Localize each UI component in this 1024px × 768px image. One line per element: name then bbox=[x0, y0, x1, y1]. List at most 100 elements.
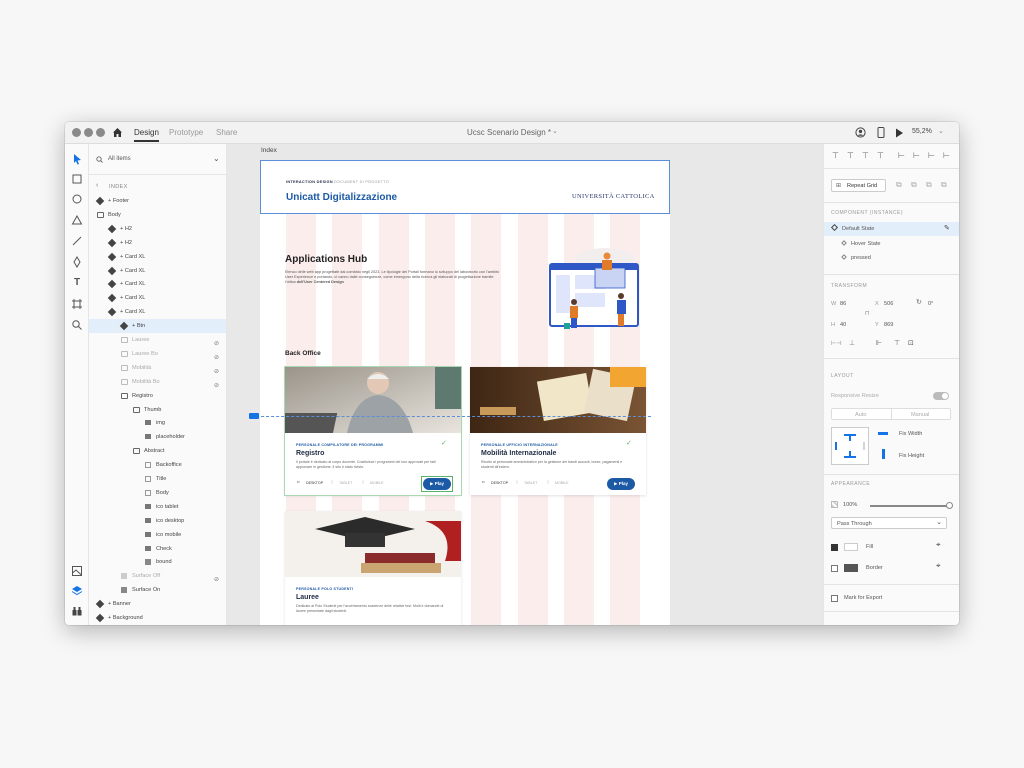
close-window-button[interactable] bbox=[72, 128, 81, 137]
distribute-h-icon[interactable]: ⊩ bbox=[876, 339, 882, 347]
layer-row[interactable]: + Card XL bbox=[89, 305, 226, 319]
layer-row[interactable]: ico tablet bbox=[89, 500, 226, 514]
eyedropper-icon[interactable]: ⌖ bbox=[936, 561, 941, 571]
layer-row[interactable]: bound bbox=[89, 555, 226, 569]
design-canvas[interactable]: Index INTERACTION DESIGN DOCUMENT DI PRO… bbox=[227, 144, 823, 625]
export-checkbox[interactable] bbox=[831, 595, 838, 602]
layer-row[interactable]: img bbox=[89, 416, 226, 430]
layer-row[interactable]: + Card XL bbox=[89, 250, 226, 264]
boolean-intersect-icon[interactable]: ⧉ bbox=[926, 180, 932, 190]
line-tool-icon[interactable] bbox=[71, 235, 83, 247]
rotation-field[interactable]: 0° bbox=[928, 301, 933, 307]
layer-row[interactable]: placeholder bbox=[89, 430, 226, 444]
opacity-value[interactable]: 100% bbox=[843, 502, 857, 508]
layer-row[interactable]: + Footer bbox=[89, 194, 226, 208]
play-button[interactable]: ▶ Play bbox=[423, 478, 451, 490]
border-swatch[interactable] bbox=[844, 564, 858, 572]
fill-swatch[interactable] bbox=[844, 543, 858, 551]
border-checkbox[interactable] bbox=[831, 565, 838, 572]
filter-chevron-icon[interactable]: ⌄ bbox=[213, 154, 220, 163]
distribute-v-icon[interactable]: ⊤ bbox=[894, 339, 900, 347]
flip-horizontal-icon[interactable]: ⊢⊣ bbox=[831, 340, 841, 347]
opacity-slider[interactable] bbox=[870, 502, 953, 509]
lock-aspect-icon[interactable]: ⊓ bbox=[865, 310, 870, 317]
layer-row[interactable]: + Card XL bbox=[89, 277, 226, 291]
fit-icon[interactable]: ⊡ bbox=[908, 339, 914, 347]
edit-pencil-icon[interactable]: ✎ bbox=[944, 224, 950, 232]
align-top-icon[interactable]: ⊤ bbox=[832, 151, 839, 160]
layer-row[interactable]: Surface Off ⊘ bbox=[89, 569, 226, 583]
resize-manual[interactable]: Manual bbox=[911, 412, 929, 418]
text-tool-icon[interactable]: T bbox=[71, 277, 83, 289]
zoom-chevron-icon[interactable]: ⌄ bbox=[938, 127, 944, 135]
y-field[interactable]: 869 bbox=[884, 322, 893, 328]
repeat-grid-button[interactable]: ⊞ Repeat Grid bbox=[831, 179, 886, 192]
resize-auto[interactable]: Auto bbox=[855, 412, 867, 418]
align-left-icon[interactable]: ⊢ bbox=[898, 151, 905, 160]
state-row-default[interactable]: Default State ✎ bbox=[824, 222, 959, 236]
card-mobilita[interactable]: PERSONALE UFFICIO INTERNAZIONALE ✓ Mobil… bbox=[470, 367, 646, 495]
layer-row[interactable]: Body bbox=[89, 208, 226, 222]
card-lauree[interactable]: PERSONALE POLO STUDENTI Lauree Dedicato … bbox=[285, 511, 461, 625]
rectangle-tool-icon[interactable] bbox=[71, 173, 83, 185]
align-middle-icon[interactable]: ⊤ bbox=[847, 151, 854, 160]
layer-row[interactable]: Body bbox=[89, 486, 226, 500]
boolean-exclude-icon[interactable]: ⧉ bbox=[941, 180, 947, 190]
pen-tool-icon[interactable] bbox=[71, 256, 83, 268]
polygon-tool-icon[interactable] bbox=[71, 214, 83, 226]
boolean-subtract-icon[interactable]: ⧉ bbox=[896, 180, 902, 190]
eyedropper-icon[interactable]: ⌖ bbox=[936, 540, 941, 550]
assets-icon[interactable] bbox=[71, 565, 83, 577]
plugins-icon[interactable] bbox=[71, 605, 83, 617]
slider-thumb[interactable] bbox=[946, 502, 953, 509]
zoom-level[interactable]: 55,2% bbox=[912, 128, 932, 135]
artboard-label[interactable]: Index bbox=[261, 147, 277, 154]
layer-row[interactable]: Surface On bbox=[89, 583, 226, 597]
layer-row[interactable]: + H2 bbox=[89, 236, 226, 250]
align-center-icon[interactable]: ⊢ bbox=[913, 151, 920, 160]
layer-row[interactable]: Lauree Bo ⊘ bbox=[89, 347, 226, 361]
align-bottom-icon[interactable]: ⊤ bbox=[862, 151, 869, 160]
constraints-widget-icon[interactable] bbox=[831, 427, 869, 465]
state-row-hover[interactable]: Hover State bbox=[824, 237, 959, 251]
responsive-resize-toggle[interactable] bbox=[933, 392, 949, 400]
layer-row[interactable]: Registro bbox=[89, 389, 226, 403]
tab-design[interactable]: Design bbox=[134, 128, 159, 142]
flip-vertical-icon[interactable]: ⊥ bbox=[849, 339, 855, 347]
minimize-window-button[interactable] bbox=[84, 128, 93, 137]
chevron-down-icon[interactable]: ⌄ bbox=[552, 127, 558, 135]
distribute-vertical-icon[interactable]: ⊤ bbox=[877, 151, 884, 160]
layer-row[interactable]: Title bbox=[89, 472, 226, 486]
layer-row[interactable]: Mobilità ⊘ bbox=[89, 361, 226, 375]
header-banner[interactable]: INTERACTION DESIGN DOCUMENT DI PROGETTO … bbox=[260, 160, 670, 214]
layer-row[interactable]: + Btn bbox=[89, 319, 226, 334]
layers-filter[interactable]: All items bbox=[108, 156, 131, 162]
layer-row[interactable]: + Card XL bbox=[89, 264, 226, 278]
width-field[interactable]: 86 bbox=[840, 301, 846, 307]
x-field[interactable]: 506 bbox=[884, 301, 893, 307]
fix-height-label[interactable]: Fix Height bbox=[899, 453, 924, 459]
state-row-pressed[interactable]: pressed bbox=[824, 251, 959, 265]
card-registro[interactable]: PERSONALE COMPILATORE DEI PROGRAMMI ✓ Re… bbox=[284, 366, 462, 496]
zoom-window-button[interactable] bbox=[96, 128, 105, 137]
height-field[interactable]: 40 bbox=[840, 322, 846, 328]
align-right-icon[interactable]: ⊢ bbox=[928, 151, 935, 160]
zoom-tool-icon[interactable] bbox=[71, 319, 83, 331]
artboard-tool-icon[interactable] bbox=[71, 298, 83, 310]
boolean-add-icon[interactable]: ⧉ bbox=[911, 180, 917, 190]
back-chevron-icon[interactable]: ‹ bbox=[96, 182, 98, 189]
layers-breadcrumb[interactable]: INDEX bbox=[109, 184, 128, 190]
fill-checkbox[interactable] bbox=[831, 544, 838, 551]
play-icon[interactable] bbox=[895, 128, 904, 138]
layer-row[interactable]: Backoffice bbox=[89, 458, 226, 472]
fix-width-label[interactable]: Fix Width bbox=[899, 431, 922, 437]
layer-row[interactable]: ico desktop bbox=[89, 514, 226, 528]
layers-icon[interactable] bbox=[71, 585, 83, 597]
tab-prototype[interactable]: Prototype bbox=[169, 128, 203, 137]
mobile-preview-icon[interactable] bbox=[877, 127, 885, 138]
blend-mode-select[interactable]: Pass Through ⌄ bbox=[831, 517, 947, 529]
document-title[interactable]: Ucsc Scenario Design * bbox=[467, 128, 551, 137]
layer-row[interactable]: + Banner bbox=[89, 597, 226, 611]
ellipse-tool-icon[interactable] bbox=[71, 193, 83, 205]
layer-row[interactable]: Lauree ⊘ bbox=[89, 333, 226, 347]
